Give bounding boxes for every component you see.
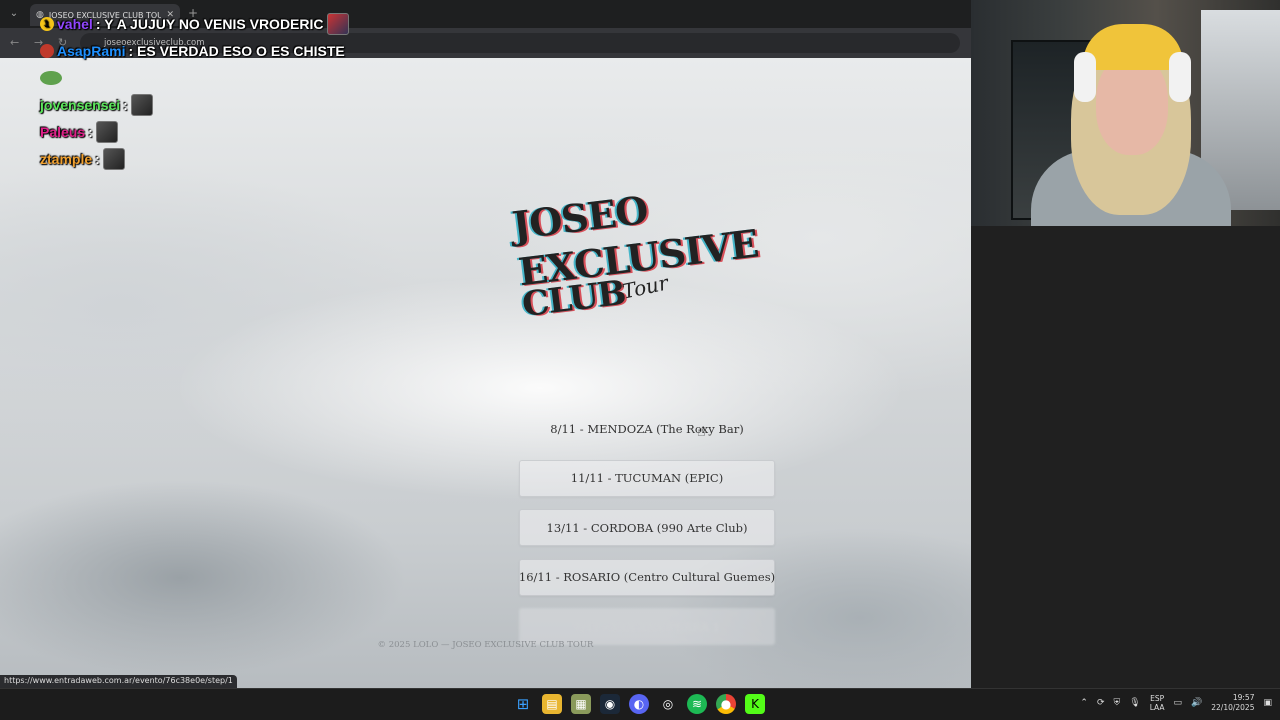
minecraft-icon[interactable]: ▦ bbox=[571, 694, 591, 714]
microphone-icon[interactable]: 🎙 bbox=[1129, 698, 1140, 708]
security-icon[interactable]: ⛨ bbox=[1113, 698, 1120, 708]
taskbar-apps: ⊞ ▤ ▦ ◉ ◐ ◎ ≋ ● K bbox=[513, 694, 765, 714]
chat-username: AsapRami bbox=[57, 42, 126, 59]
lang-layout: LAA bbox=[1149, 703, 1165, 712]
chat-username: ztample bbox=[40, 150, 93, 167]
back-icon[interactable]: ← bbox=[10, 36, 19, 49]
headphone-left bbox=[1074, 52, 1096, 102]
volume-icon[interactable]: 🔊 bbox=[1191, 698, 1202, 708]
chat-username: Paleus bbox=[40, 123, 86, 140]
chat-message: ztample : bbox=[40, 145, 349, 172]
date-button-cordoba[interactable]: 13/11 - CORDOBA (990 Arte Club) bbox=[519, 509, 775, 546]
date-button-rosario[interactable]: 16/11 - ROSARIO (Centro Cultural Guemes) bbox=[519, 558, 775, 596]
chat-text: : bbox=[123, 96, 128, 113]
emote-icon bbox=[130, 93, 153, 116]
start-icon[interactable]: ⊞ bbox=[513, 694, 533, 714]
chat-message: jovensensei : bbox=[40, 91, 349, 118]
streamer-hat bbox=[1083, 24, 1183, 70]
date-button-tucuman[interactable]: 11/11 - TUCUMAN (EPIC) bbox=[519, 459, 775, 497]
system-tray: ⌃ ⟳ ⛨ 🎙 ESP LAA ▭ 🔊 19:57 22/10/2025 ▣ bbox=[1080, 693, 1272, 713]
tour-logo: JOSEO EXCLUSIVE CLUB Tour bbox=[510, 187, 780, 353]
chat-text: : Y A JUJUY NO VENIS VRODERIC bbox=[95, 15, 324, 32]
chat-username: jovensensei bbox=[40, 96, 121, 113]
emote-icon bbox=[102, 147, 125, 170]
headphone-right bbox=[1169, 52, 1191, 102]
emote-icon bbox=[95, 120, 118, 143]
network-icon[interactable]: ▭ bbox=[1174, 698, 1183, 708]
tour-dates-list: 8/11 - MENDOZA (The Roxy Bar) 11/11 - TU… bbox=[519, 410, 775, 658]
badge-icon bbox=[40, 43, 54, 58]
file-explorer-icon[interactable]: ▤ bbox=[542, 694, 562, 714]
notification-icon[interactable]: ▣ bbox=[1263, 698, 1272, 708]
spotify-icon[interactable]: ≋ bbox=[687, 694, 707, 714]
steam-icon[interactable]: ◉ bbox=[600, 694, 620, 714]
date-button-mendoza[interactable]: 8/11 - MENDOZA (The Roxy Bar) bbox=[519, 410, 775, 447]
page-footer: © 2025 LOLO — JOSEO EXCLUSIVE CLUB TOUR bbox=[377, 640, 594, 650]
discord-icon[interactable]: ◐ bbox=[629, 694, 649, 714]
pepe-emote-icon bbox=[40, 70, 62, 85]
chat-text: : ES VERDAD ESO O ES CHISTE bbox=[128, 42, 345, 59]
clock-time: 19:57 bbox=[1232, 693, 1255, 702]
lang-code: ESP bbox=[1150, 694, 1165, 703]
chat-username: vahel bbox=[57, 15, 93, 32]
chat-message bbox=[40, 64, 349, 91]
webcam-feed bbox=[971, 0, 1280, 226]
emote-icon bbox=[326, 12, 349, 35]
screen: JOSEO EXCLUSIVE CLUB Tour 8/11 - MENDOZA… bbox=[0, 0, 1280, 720]
chrome-icon[interactable]: ● bbox=[716, 694, 736, 714]
kick-icon[interactable]: K bbox=[745, 694, 765, 714]
windows-taskbar: ⊞ ▤ ▦ ◉ ◐ ◎ ≋ ● K ⌃ ⟳ ⛨ 🎙 ESP LAA ▭ 🔊 19… bbox=[0, 688, 1280, 720]
chat-message: 1 vahel : Y A JUJUY NO VENIS VRODERIC bbox=[40, 10, 349, 37]
sync-icon[interactable]: ⟳ bbox=[1097, 698, 1105, 708]
link-status-url: https://www.entradaweb.com.ar/evento/76c… bbox=[0, 675, 237, 688]
sub-badge-icon: 1 bbox=[40, 16, 54, 31]
chevron-up-icon[interactable]: ⌃ bbox=[1080, 698, 1088, 708]
chat-text: : bbox=[95, 150, 100, 167]
chat-message: Paleus : bbox=[40, 118, 349, 145]
chat-message: AsapRami : ES VERDAD ESO O ES CHISTE bbox=[40, 37, 349, 64]
streamer-face bbox=[1096, 55, 1168, 155]
clock-date: 22/10/2025 bbox=[1211, 703, 1255, 712]
stream-chat-overlay: 1 vahel : Y A JUJUY NO VENIS VRODERIC As… bbox=[40, 10, 349, 172]
language-indicator[interactable]: ESP LAA bbox=[1150, 694, 1165, 712]
chat-text: : bbox=[88, 123, 93, 140]
obs-icon[interactable]: ◎ bbox=[658, 694, 678, 714]
clock[interactable]: 19:57 22/10/2025 bbox=[1211, 693, 1254, 713]
tab-search-icon[interactable]: ⌄ bbox=[6, 6, 22, 22]
hand-cursor-icon: ☝ bbox=[697, 424, 706, 440]
